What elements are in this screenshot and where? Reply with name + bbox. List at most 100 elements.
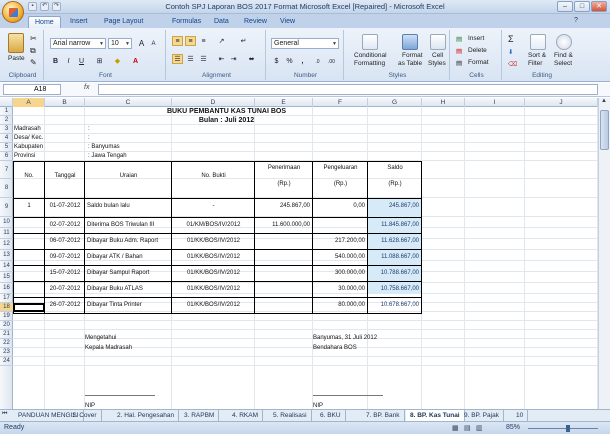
align-bottom-icon[interactable]: ≡ — [198, 36, 209, 46]
row-header-17[interactable]: 17 — [0, 294, 13, 303]
row-header-11[interactable]: 11 — [0, 228, 13, 239]
fill-icon[interactable]: ⬇ — [508, 48, 513, 56]
decrease-indent-icon[interactable]: ⇤ — [216, 54, 227, 64]
merge-center-icon[interactable]: ⬌ — [246, 54, 257, 64]
tab-formulas[interactable]: Formulas — [166, 16, 207, 28]
sort-filter-label[interactable]: Sort & — [528, 52, 546, 59]
row-header-8[interactable]: 8 — [0, 179, 13, 198]
find-select-icon[interactable] — [556, 34, 572, 50]
format-cells-button[interactable]: Format — [468, 59, 489, 66]
cell-styles-icon[interactable] — [430, 34, 446, 50]
sheet-tab[interactable]: 1. Cover — [68, 410, 102, 421]
decrease-decimal-button[interactable]: .00 — [326, 56, 337, 66]
currency-button[interactable]: $ — [271, 56, 282, 66]
format-as-table-label-2[interactable]: as Table — [398, 60, 422, 67]
tab-review[interactable]: Review — [238, 16, 273, 28]
worksheet-grid[interactable]: BUKU PEMBANTU KAS TUNAI BOS Bulan : Juli … — [13, 107, 610, 409]
delete-cells-button[interactable]: Delete — [468, 47, 487, 54]
autosum-button[interactable]: Σ — [508, 34, 514, 44]
normal-view-icon[interactable]: ▦ — [452, 424, 459, 432]
sheet-tab[interactable]: 5. Realisasi — [269, 410, 312, 421]
column-header-i[interactable]: I — [465, 98, 525, 107]
zoom-slider-thumb[interactable] — [566, 425, 570, 432]
increase-indent-icon[interactable]: ⇥ — [228, 54, 239, 64]
tab-view[interactable]: View — [274, 16, 301, 28]
row-header-5[interactable]: 5 — [0, 143, 13, 152]
sheet-tab[interactable]: 10 — [512, 410, 529, 421]
select-all-corner[interactable] — [0, 98, 13, 107]
format-as-table-icon[interactable] — [402, 34, 418, 50]
row-header-2[interactable]: 2 — [0, 116, 13, 125]
active-cell-a18[interactable] — [13, 303, 45, 312]
insert-function-button[interactable]: fx — [84, 84, 89, 91]
column-header-c[interactable]: C — [85, 98, 172, 107]
column-header-b[interactable]: B — [45, 98, 85, 107]
grow-font-button[interactable]: A — [136, 38, 147, 48]
first-sheet-icon[interactable]: ⏮ — [2, 411, 7, 418]
scroll-thumb[interactable] — [600, 110, 609, 150]
format-as-table-label[interactable]: Format — [402, 52, 423, 59]
cell-styles-label[interactable]: Cell — [432, 52, 443, 59]
name-box[interactable]: A18 — [3, 84, 61, 95]
number-format-combo[interactable]: General ▼ — [271, 38, 339, 49]
row-header-22[interactable]: 22 — [0, 339, 13, 348]
tab-home[interactable]: Home — [28, 16, 61, 28]
conditional-formatting-icon[interactable] — [362, 34, 378, 50]
zoom-slider[interactable] — [528, 428, 598, 429]
row-header-16[interactable]: 16 — [0, 283, 13, 294]
orientation-icon[interactable]: ↗ — [216, 36, 227, 46]
bold-button[interactable]: B — [50, 56, 61, 66]
clear-icon[interactable]: ⌫ — [508, 60, 517, 68]
row-header-20[interactable]: 20 — [0, 321, 13, 330]
row-header-13[interactable]: 13 — [0, 250, 13, 261]
column-header-j[interactable]: J — [525, 98, 598, 107]
align-left-icon[interactable]: ☰ — [172, 54, 183, 64]
align-middle-icon[interactable]: ≡ — [185, 36, 196, 46]
underline-button[interactable]: U — [76, 56, 87, 66]
percent-button[interactable]: % — [284, 56, 295, 66]
paste-icon[interactable] — [8, 33, 24, 53]
row-header-23[interactable]: 23 — [0, 348, 13, 357]
align-right-icon[interactable]: ☰ — [198, 54, 209, 64]
column-header-d[interactable]: D — [172, 98, 255, 107]
increase-decimal-button[interactable]: .0 — [312, 56, 323, 66]
row-header-15[interactable]: 15 — [0, 272, 13, 283]
row-header-12[interactable]: 12 — [0, 239, 13, 250]
tab-data[interactable]: Data — [208, 16, 235, 28]
borders-icon[interactable]: ⊞ — [94, 56, 105, 66]
sheet-tab[interactable]: 7. BP. Bank — [362, 410, 405, 421]
cut-icon[interactable]: ✂ — [30, 34, 37, 43]
conditional-formatting-label[interactable]: Conditional — [354, 52, 387, 59]
sheet-tab[interactable]: 2. Hal. Pengesahan — [113, 410, 180, 421]
italic-button[interactable]: I — [63, 56, 74, 66]
format-painter-icon[interactable]: ✎ — [30, 58, 37, 67]
column-header-f[interactable]: F — [313, 98, 368, 107]
row-header-6[interactable]: 6 — [0, 152, 13, 161]
sheet-tab[interactable]: 9. BP. Pajak — [460, 410, 504, 421]
row-header-10[interactable]: 10 — [0, 217, 13, 228]
font-color-button[interactable]: A — [130, 56, 141, 66]
fill-color-icon[interactable]: ◆ — [112, 56, 123, 66]
close-button[interactable]: ✕ — [591, 1, 607, 12]
sheet-tab[interactable]: 4. RKAM — [228, 410, 264, 421]
align-top-icon[interactable]: ≡ — [172, 36, 183, 46]
office-button[interactable] — [2, 1, 24, 23]
sheet-tab[interactable]: 8. BP. Kas Tunai — [406, 410, 465, 421]
column-header-h[interactable]: H — [422, 98, 465, 107]
row-header-7[interactable]: 7 — [0, 161, 13, 179]
row-header-19[interactable]: 19 — [0, 312, 13, 321]
sheet-tab[interactable]: 3. RAPBM — [180, 410, 220, 421]
paste-button[interactable]: Paste — [8, 55, 25, 62]
column-header-g[interactable]: G — [368, 98, 422, 107]
row-header-21[interactable]: 21 — [0, 330, 13, 339]
row-header-14[interactable]: 14 — [0, 261, 13, 272]
find-select-label-2[interactable]: Select — [554, 60, 572, 67]
font-size-combo[interactable]: 10 ▼ — [108, 38, 132, 49]
vertical-scrollbar[interactable]: ▲ — [598, 98, 610, 409]
conditional-formatting-label-2[interactable]: Formatting — [354, 60, 385, 67]
sheet-tab[interactable]: 6. BKU — [316, 410, 346, 421]
cell-styles-label-2[interactable]: Styles — [428, 60, 446, 67]
tab-insert[interactable]: Insert — [64, 16, 94, 28]
column-header-e[interactable]: E — [255, 98, 313, 107]
align-center-icon[interactable]: ☰ — [185, 54, 196, 64]
